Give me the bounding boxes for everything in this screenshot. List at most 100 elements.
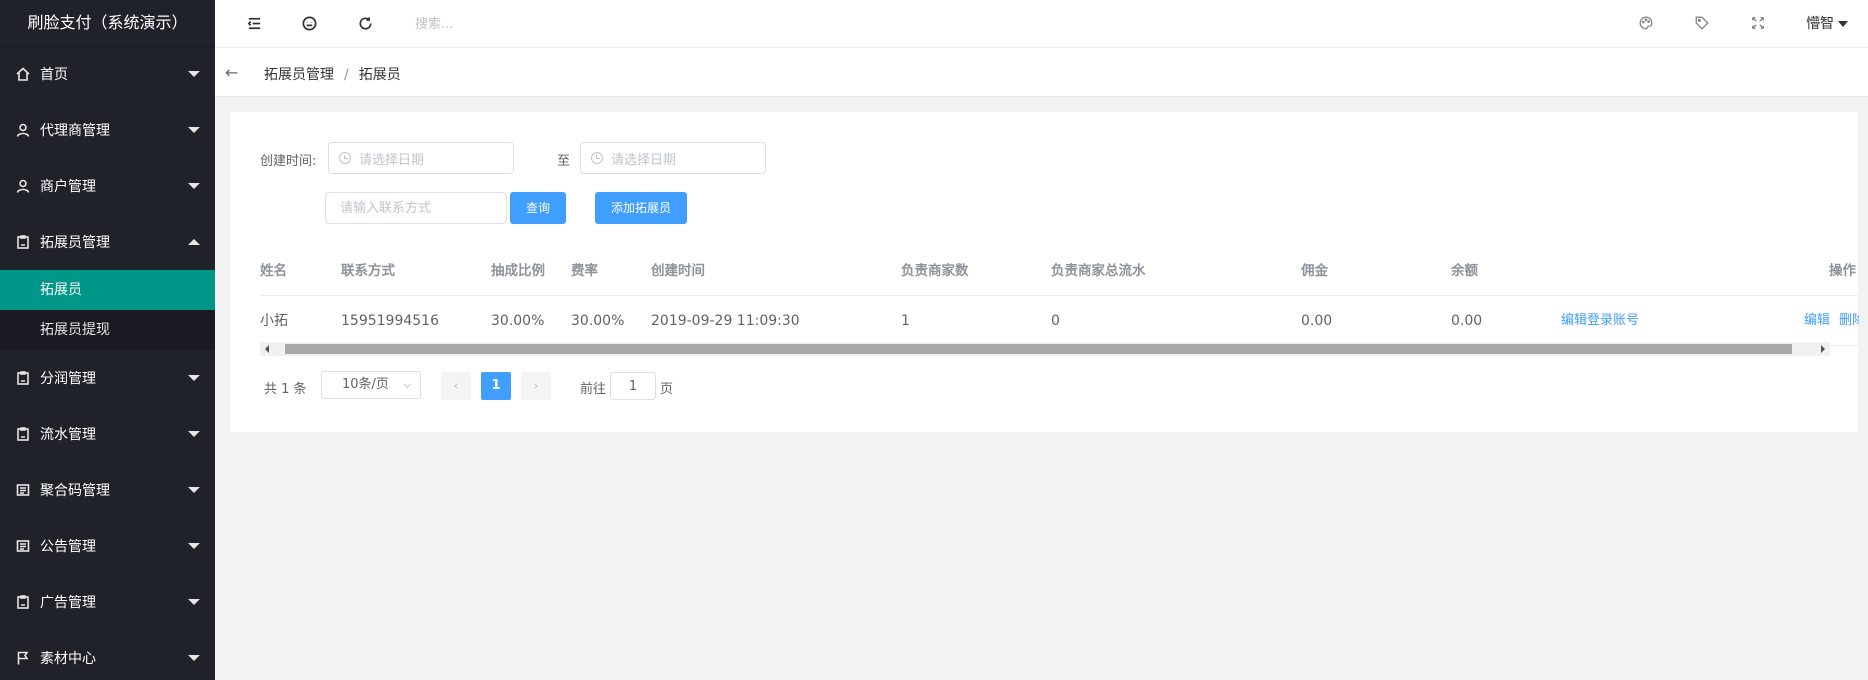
menu-fold-icon[interactable] (243, 12, 265, 34)
top-header: 懵智 (215, 0, 1868, 48)
tag-icon[interactable] (1691, 12, 1713, 34)
user-icon (16, 179, 30, 193)
clock-icon (339, 152, 351, 164)
pagination-total: 共 1 条 (264, 382, 307, 397)
cell-contact: 15951994516 (341, 313, 439, 329)
caret-down-icon (188, 487, 200, 493)
end-date-placeholder: 请选择日期 (611, 152, 677, 168)
face-icon[interactable] (298, 12, 320, 34)
delete-link[interactable]: 删除 (1839, 296, 1859, 346)
sidebar-item-aggregate-code[interactable]: 聚合码管理 (0, 462, 215, 518)
submenu-promoter: 拓展员 拓展员提现 (0, 270, 215, 350)
caret-down-icon (188, 543, 200, 549)
flag-icon (16, 651, 30, 665)
query-button[interactable]: 查询 (510, 192, 566, 224)
edit-link[interactable]: 编辑 (1804, 296, 1830, 346)
edit-login-account-link[interactable]: 编辑登录账号 (1561, 296, 1639, 346)
sidebar-item-label: 商户管理 (40, 179, 96, 195)
chevron-down-icon (403, 380, 412, 389)
back-arrow-icon[interactable]: ← (225, 63, 238, 82)
sidebar-subitem-promoter[interactable]: 拓展员 (0, 270, 215, 310)
sidebar-item-label: 素材中心 (40, 651, 96, 667)
cell-name: 小拓 (260, 313, 288, 329)
promoter-table: 姓名 联系方式 抽成比例 费率 创建时间 负责商家数 负责商家总流水 佣金 余额… (260, 246, 1859, 346)
sidebar-item-label: 代理商管理 (40, 123, 110, 139)
table-header: 姓名 联系方式 抽成比例 费率 创建时间 负责商家数 负责商家总流水 佣金 余额… (260, 246, 1858, 296)
user-icon (16, 123, 30, 137)
sidebar-item-profit-sharing[interactable]: 分润管理 (0, 350, 215, 406)
goto-prefix: 前往 (580, 382, 607, 397)
caret-down-icon (188, 183, 200, 189)
clipboard-icon (16, 371, 30, 385)
sidebar-item-ads[interactable]: 广告管理 (0, 574, 215, 630)
scroll-left-arrow-icon[interactable] (260, 342, 274, 356)
sidebar-item-transactions[interactable]: 流水管理 (0, 406, 215, 462)
cell-created-at: 2019-09-29 11:09:30 (651, 313, 800, 329)
prev-page-button[interactable]: ‹ (441, 372, 471, 400)
sidebar-item-home[interactable]: 首页 (0, 46, 215, 102)
search-input[interactable] (415, 13, 615, 35)
user-name: 懵智 (1806, 16, 1834, 32)
cell-commission: 0.00 (1301, 313, 1333, 329)
range-separator: 至 (557, 154, 571, 169)
sidebar: 刷脸支付（系统演示） 首页 代理商管理 商户管理 拓展员管理 拓展员 拓展员提现… (0, 0, 215, 680)
sidebar-item-label: 广告管理 (40, 595, 96, 611)
cell-merchant-flow: 0 (1051, 313, 1060, 329)
column-header-name: 姓名 (260, 263, 287, 279)
sidebar-item-label: 分润管理 (40, 371, 96, 387)
column-header-commission: 佣金 (1301, 263, 1328, 279)
horizontal-scrollbar[interactable] (260, 342, 1830, 356)
sidebar-item-agent[interactable]: 代理商管理 (0, 102, 215, 158)
column-header-contact: 联系方式 (341, 263, 395, 279)
sidebar-item-label: 聚合码管理 (40, 483, 110, 499)
sidebar-subitem-promoter-withdraw[interactable]: 拓展员提现 (0, 310, 215, 350)
goto-page-input[interactable] (610, 372, 656, 400)
caret-down-icon (1838, 21, 1848, 27)
fullscreen-icon[interactable] (1747, 12, 1769, 34)
column-header-merchant-flow: 负责商家总流水 (1051, 263, 1146, 279)
column-header-commission-ratio: 抽成比例 (491, 263, 545, 279)
clock-icon (591, 152, 603, 164)
caret-down-icon (188, 655, 200, 661)
scrollbar-thumb[interactable] (285, 344, 1792, 354)
breadcrumb-bar: ← 拓展员管理 / 拓展员 (215, 48, 1868, 97)
chevron-left-icon: ‹ (453, 378, 459, 394)
created-time-label: 创建时间: (260, 154, 317, 169)
start-date-picker[interactable]: 请选择日期 (328, 142, 514, 174)
page-number-current[interactable]: 1 (481, 372, 511, 400)
page-size-select[interactable]: 10条/页 (321, 371, 421, 399)
user-menu[interactable]: 懵智 (1806, 13, 1848, 33)
caret-down-icon (188, 127, 200, 133)
caret-up-icon (188, 239, 200, 245)
list-icon (16, 483, 30, 497)
sidebar-item-label: 公告管理 (40, 539, 96, 555)
sidebar-item-announcement[interactable]: 公告管理 (0, 518, 215, 574)
contact-input[interactable] (325, 192, 507, 224)
breadcrumb-parent[interactable]: 拓展员管理 (264, 67, 334, 83)
column-header-created-at: 创建时间 (651, 263, 705, 279)
home-icon (16, 67, 30, 81)
clipboard-icon (16, 235, 30, 249)
start-date-placeholder: 请选择日期 (359, 152, 425, 168)
refresh-icon[interactable] (354, 12, 376, 34)
theme-palette-icon[interactable] (1635, 12, 1657, 34)
sidebar-item-label: 流水管理 (40, 427, 96, 443)
app-title: 刷脸支付（系统演示） (0, 0, 215, 46)
next-page-button[interactable]: › (521, 372, 551, 400)
page-size-value: 10条/页 (342, 377, 389, 392)
caret-down-icon (188, 599, 200, 605)
sidebar-item-promoter-management[interactable]: 拓展员管理 (0, 214, 215, 270)
scroll-right-arrow-icon[interactable] (1816, 342, 1830, 356)
clipboard-icon (16, 427, 30, 441)
end-date-picker[interactable]: 请选择日期 (580, 142, 766, 174)
cell-commission-ratio: 30.00% (491, 313, 545, 329)
column-header-actions: 操作 (1829, 263, 1856, 279)
sidebar-item-materials[interactable]: 素材中心 (0, 630, 215, 680)
delete-link-clip: 删除 (1829, 296, 1859, 346)
breadcrumb: 拓展员管理 / 拓展员 (264, 64, 401, 84)
cell-balance: 0.00 (1451, 313, 1483, 329)
caret-down-icon (188, 431, 200, 437)
sidebar-item-merchant[interactable]: 商户管理 (0, 158, 215, 214)
add-promoter-button[interactable]: 添加拓展员 (595, 192, 687, 224)
caret-down-icon (188, 71, 200, 77)
